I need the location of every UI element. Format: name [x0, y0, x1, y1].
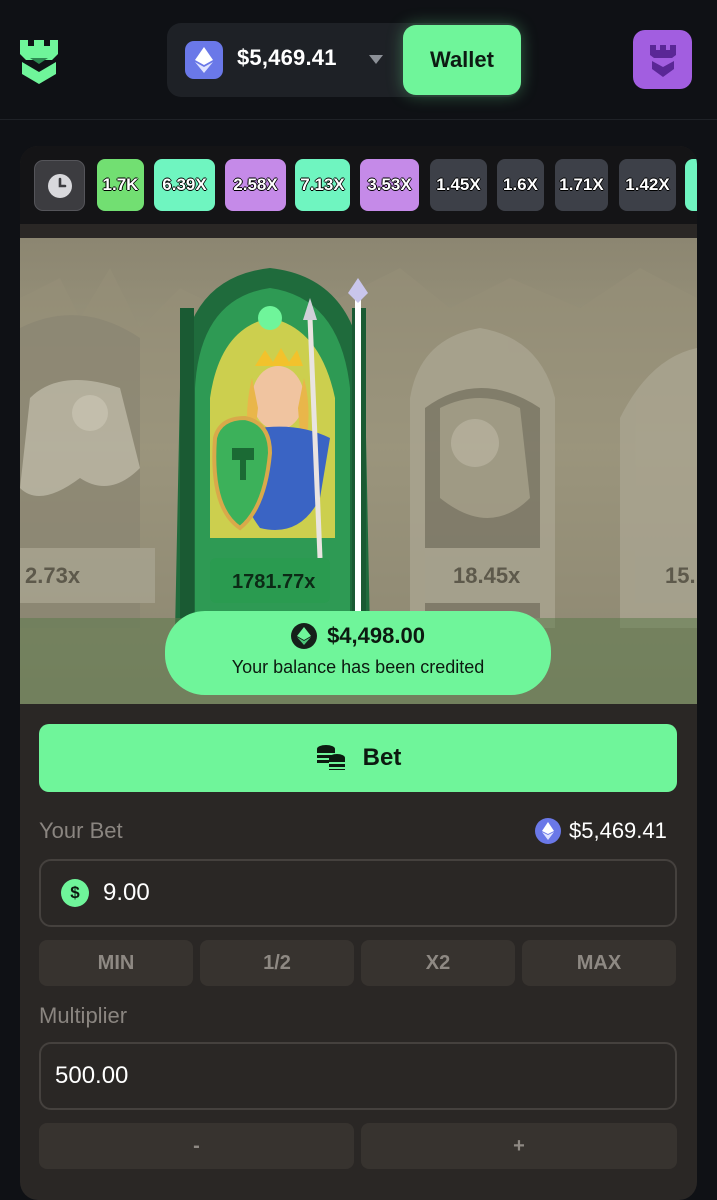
toast-message: Your balance has been credited	[231, 657, 485, 677]
wallet-bar: $5,469.41 Wallet	[167, 23, 521, 97]
center-multiplier: 1781.77x	[232, 571, 315, 593]
your-bet-label: Your Bet	[39, 818, 123, 843]
history-chip: 2.58X	[225, 159, 286, 211]
far-right-multiplier: 15.	[665, 563, 696, 588]
multiplier-label: Multiplier	[39, 1003, 128, 1028]
toast-amount: $4,498.00	[327, 623, 425, 648]
available-balance-value: $5,469.41	[569, 818, 667, 843]
header-balance: $5,469.41	[237, 45, 337, 70]
ethereum-icon	[535, 818, 561, 844]
double-button[interactable]: X2	[361, 940, 515, 986]
history-chip-partial	[685, 159, 697, 211]
bet-button-label: Bet	[362, 744, 402, 771]
bet-button[interactable]: Bet	[39, 724, 677, 792]
history-chip: 1.45X	[430, 159, 487, 211]
multiplier-decrease-button[interactable]: -	[39, 1123, 354, 1169]
dollar-icon: $	[61, 879, 89, 907]
top-bar: $5,469.41 Wallet	[0, 0, 717, 120]
tower-icon	[649, 44, 676, 77]
chevron-down-icon[interactable]	[369, 55, 383, 64]
profile-button[interactable]	[633, 30, 692, 89]
history-chip: 1.42X	[619, 159, 676, 211]
multiplier-input[interactable]: 500.00	[39, 1042, 677, 1110]
bet-amount-value: 9.00	[103, 879, 150, 906]
clock-icon	[47, 173, 72, 198]
history-button[interactable]	[34, 160, 85, 211]
coin-icon	[291, 623, 318, 649]
min-button[interactable]: MIN	[39, 940, 193, 986]
credit-toast: $4,498.00 Your balance has been credited	[165, 611, 551, 695]
multiplier-value: 500.00	[55, 1062, 129, 1089]
half-button[interactable]: 1/2	[200, 940, 354, 986]
history-chip: 7.13X	[295, 159, 350, 211]
max-button[interactable]: MAX	[522, 940, 676, 986]
game-panel: 1.7K 6.39X 2.58X 7.13X 3.53X 1.45X 1.6X 1.71X 1.…	[20, 146, 697, 1200]
bet-amount-input[interactable]: $ 9.00	[39, 859, 677, 927]
history-chip: 1.71X	[555, 159, 608, 211]
history-strip: 1.7K 6.39X 2.58X 7.13X 3.53X 1.45X 1.6X 1.71X 1.…	[20, 146, 697, 224]
left-multiplier: 2.73x	[25, 563, 81, 588]
castle-icon[interactable]	[18, 36, 60, 84]
multiplier-increase-button[interactable]: +	[361, 1123, 677, 1169]
history-chip: 1.6X	[497, 159, 544, 211]
coins-stack-icon	[316, 745, 345, 770]
wallet-button[interactable]: Wallet	[403, 25, 521, 95]
history-chip: 1.7K	[97, 159, 144, 211]
ethereum-icon	[185, 41, 223, 79]
history-chip: 3.53X	[360, 159, 419, 211]
available-balance: $5,469.41	[535, 818, 667, 844]
history-chip: 6.39X	[154, 159, 215, 211]
right-multiplier: 18.45x	[453, 563, 521, 588]
